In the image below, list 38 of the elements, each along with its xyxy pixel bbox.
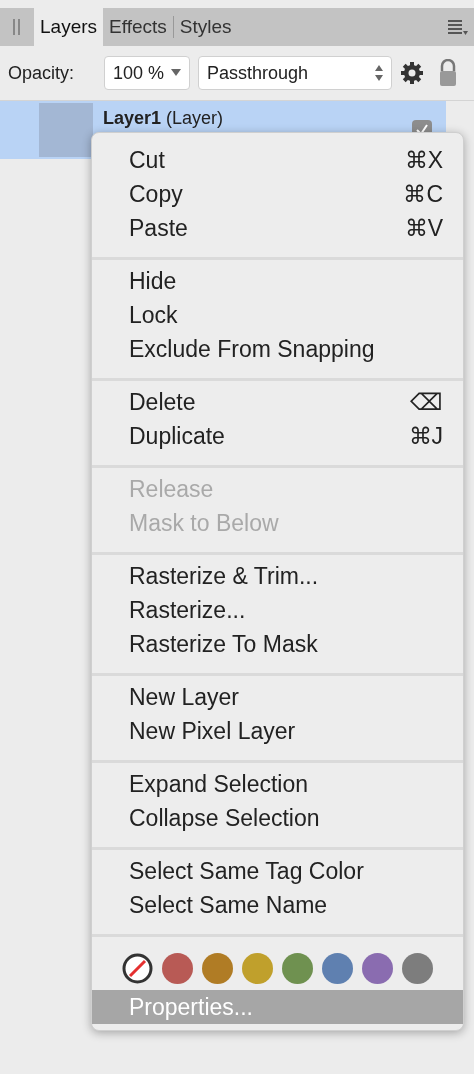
menu-item[interactable]: Hide [92,264,463,298]
color-dot[interactable] [282,953,313,984]
tab[interactable]: Layers [34,8,104,46]
menu-item[interactable]: Paste ⌘V [92,211,463,245]
menu-item[interactable]: Expand Selection [92,767,463,801]
caret-icon [171,69,182,77]
layer-thumbnail [39,103,93,157]
no-color-icon[interactable] [122,953,153,984]
menu-item[interactable]: New Layer [92,680,463,714]
layer-name: Layer1 (Layer) [103,107,225,129]
opacity-dropdown[interactable]: 100 % [104,56,191,90]
color-dot[interactable] [242,953,273,984]
color-dot[interactable] [402,953,433,984]
grip-icon[interactable] [12,18,22,36]
color-dot[interactable] [322,953,353,984]
color-dot[interactable] [362,953,393,984]
menu-item[interactable]: Rasterize... [92,593,463,627]
tab[interactable]: Effects [103,8,173,46]
menu-item[interactable]: Rasterize & Trim... [92,559,463,593]
menu-item[interactable]: Lock [92,298,463,332]
menu-item[interactable]: Select Same Name [92,888,463,922]
menu-item[interactable]: Duplicate ⌘J [92,419,463,453]
color-dot[interactable] [162,953,193,984]
blend-mode-dropdown[interactable]: Passthrough [198,56,393,90]
menu-item[interactable]: Collapse Selection [92,801,463,835]
menu-item[interactable]: Exclude From Snapping [92,332,463,366]
menu-item[interactable]: Select Same Tag Color [92,854,463,888]
menu-item[interactable]: Copy ⌘C [92,177,463,211]
menu-item[interactable]: Delete ⌫ [92,385,463,419]
stepper-icon [375,65,384,81]
menu-item[interactable]: Rasterize To Mask [92,627,463,661]
menu-item[interactable]: New Pixel Layer [92,714,463,748]
tab[interactable]: Styles [173,8,238,46]
settings-icon[interactable] [400,61,425,85]
lock-icon[interactable] [438,59,459,87]
menu-icon[interactable] [448,18,468,36]
opacity-label: Opacity: [8,62,75,84]
color-dot[interactable] [202,953,233,984]
